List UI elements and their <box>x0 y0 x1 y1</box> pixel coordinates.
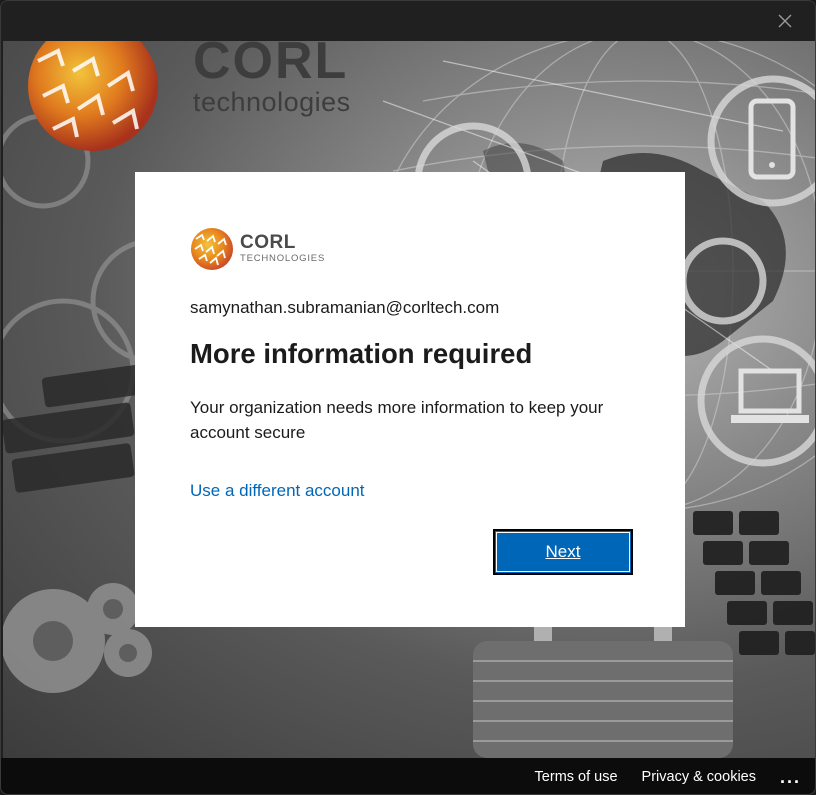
close-icon <box>778 14 792 28</box>
company-logo: CORL TECHNOLOGIES <box>190 227 325 271</box>
background-brand-tagline: technologies <box>193 87 351 117</box>
next-button[interactable]: Next <box>493 529 633 575</box>
corl-logo-icon <box>191 228 233 270</box>
use-different-account-link[interactable]: Use a different account <box>190 481 365 501</box>
privacy-cookies-link[interactable]: Privacy & cookies <box>642 769 756 785</box>
close-button[interactable] <box>755 1 815 41</box>
page-title: More information required <box>190 338 533 369</box>
logo-tagline: TECHNOLOGIES <box>240 253 326 264</box>
description-text: Your organization needs more information… <box>190 398 604 442</box>
sign-in-window: CORL technologies CORL TECHNOLOGIES samy… <box>0 0 816 795</box>
terms-of-use-link[interactable]: Terms of use <box>535 769 618 785</box>
more-options-button[interactable]: ... <box>780 767 801 788</box>
sign-in-dialog: CORL TECHNOLOGIES samynathan.subramanian… <box>135 172 685 627</box>
title-bar <box>1 1 815 41</box>
footer: Terms of use Privacy & cookies ... <box>1 758 815 794</box>
background-brand-name: CORL <box>193 41 349 90</box>
logo-name: CORL <box>240 232 296 253</box>
account-email: samynathan.subramanian@corltech.com <box>190 298 500 317</box>
background-brand: CORL technologies <box>193 41 351 117</box>
